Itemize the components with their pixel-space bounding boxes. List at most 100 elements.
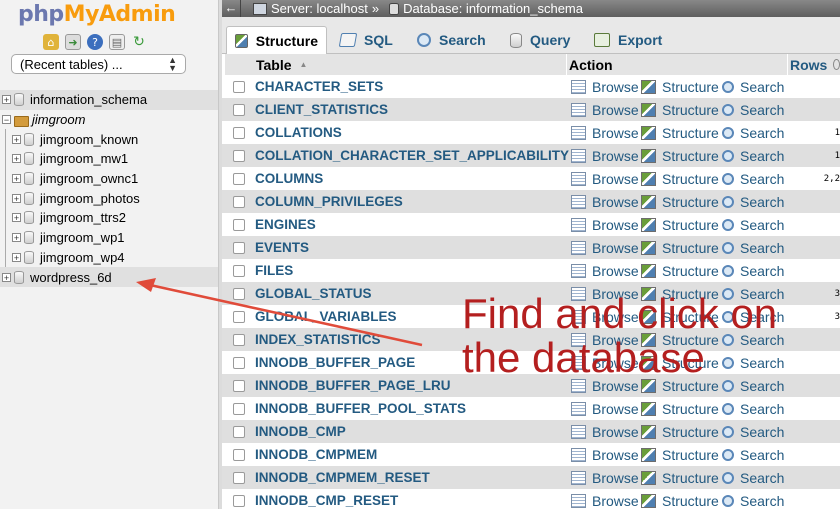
collapse-sidebar-button[interactable]: ← xyxy=(222,0,241,17)
structure-action[interactable]: Structure xyxy=(641,447,719,463)
table-name-link[interactable]: COLLATION_CHARACTER_SET_APPLICABILITY xyxy=(255,148,569,163)
row-checkbox[interactable] xyxy=(233,448,245,461)
structure-action[interactable]: Structure xyxy=(641,470,719,486)
expand-icon[interactable]: + xyxy=(2,95,11,105)
search-action[interactable]: Search xyxy=(722,171,784,187)
collapse-icon[interactable]: − xyxy=(2,115,11,125)
row-checkbox[interactable] xyxy=(233,195,245,208)
row-checkbox[interactable] xyxy=(233,126,245,139)
table-name-link[interactable]: COLLATIONS xyxy=(255,125,342,140)
search-action[interactable]: Search xyxy=(722,493,784,509)
phpmyadmin-logo[interactable]: phpMyAdmin xyxy=(18,2,176,27)
expand-icon[interactable]: + xyxy=(12,233,21,243)
search-action[interactable]: Search xyxy=(722,470,784,486)
table-name-link[interactable]: INNODB_CMP xyxy=(255,424,346,439)
structure-action[interactable]: Structure xyxy=(641,148,719,164)
header-table[interactable]: Table ▲ xyxy=(225,54,566,75)
table-name-link[interactable]: INNODB_BUFFER_POOL_STATS xyxy=(255,401,466,416)
tab-structure[interactable]: Structure xyxy=(226,26,327,54)
expand-icon[interactable]: + xyxy=(12,134,21,144)
docs-icon[interactable]: ▤ xyxy=(109,34,125,50)
db-jimgroom-known[interactable]: + jimgroom_known xyxy=(0,129,218,149)
tab-query[interactable]: Query xyxy=(502,26,582,54)
browse-action[interactable]: Browse xyxy=(571,493,639,509)
breadcrumb-server[interactable]: Server: localhost xyxy=(271,1,368,16)
expand-icon[interactable]: + xyxy=(12,174,21,184)
row-checkbox[interactable] xyxy=(233,218,245,231)
browse-action[interactable]: Browse xyxy=(571,217,639,233)
search-action[interactable]: Search xyxy=(722,447,784,463)
row-checkbox[interactable] xyxy=(233,172,245,185)
expand-icon[interactable]: + xyxy=(12,193,21,203)
db-information-schema[interactable]: + information_schema xyxy=(0,90,218,110)
row-checkbox[interactable] xyxy=(233,241,245,254)
structure-action[interactable]: Structure xyxy=(641,493,719,509)
browse-action[interactable]: Browse xyxy=(571,125,639,141)
row-checkbox[interactable] xyxy=(233,103,245,116)
header-rows[interactable]: Rows xyxy=(788,54,840,75)
search-action[interactable]: Search xyxy=(722,401,784,417)
logout-icon[interactable]: ➜ xyxy=(65,34,81,50)
row-checkbox[interactable] xyxy=(233,494,245,507)
browse-action[interactable]: Browse xyxy=(571,240,639,256)
table-name-link[interactable]: INNODB_CMP_RESET xyxy=(255,493,398,508)
browse-action[interactable]: Browse xyxy=(571,171,639,187)
structure-action[interactable]: Structure xyxy=(641,424,719,440)
row-checkbox[interactable] xyxy=(233,402,245,415)
table-name-link[interactable]: INNODB_BUFFER_PAGE_LRU xyxy=(255,378,451,393)
table-name-link[interactable]: CHARACTER_SETS xyxy=(255,79,383,94)
table-name-link[interactable]: INNODB_BUFFER_PAGE xyxy=(255,355,415,370)
structure-action[interactable]: Structure xyxy=(641,194,719,210)
search-action[interactable]: Search xyxy=(722,125,784,141)
browse-action[interactable]: Browse xyxy=(571,447,639,463)
structure-action[interactable]: Structure xyxy=(641,171,719,187)
browse-action[interactable]: Browse xyxy=(571,79,639,95)
expand-icon[interactable]: + xyxy=(12,213,21,223)
search-action[interactable]: Search xyxy=(722,102,784,118)
tab-export[interactable]: Export xyxy=(586,26,672,54)
tab-sql[interactable]: SQL xyxy=(332,26,402,54)
table-name-link[interactable]: CLIENT_STATISTICS xyxy=(255,102,388,117)
db-jimgroom-ownc1[interactable]: + jimgroom_ownc1 xyxy=(0,169,218,189)
expand-icon[interactable]: + xyxy=(12,252,21,262)
reload-icon[interactable]: ↻ xyxy=(131,34,147,50)
structure-action[interactable]: Structure xyxy=(641,401,719,417)
structure-action[interactable]: Structure xyxy=(641,125,719,141)
table-name-link[interactable]: INNODB_CMPMEM xyxy=(255,447,377,462)
db-jimgroom-photos[interactable]: + jimgroom_photos xyxy=(0,188,218,208)
search-action[interactable]: Search xyxy=(722,79,784,95)
table-name-link[interactable]: FILES xyxy=(255,263,293,278)
search-action[interactable]: Search xyxy=(722,424,784,440)
browse-action[interactable]: Browse xyxy=(571,401,639,417)
table-name-link[interactable]: ENGINES xyxy=(255,217,316,232)
browse-action[interactable]: Browse xyxy=(571,470,639,486)
browse-action[interactable]: Browse xyxy=(571,148,639,164)
db-jimgroom-wp4[interactable]: + jimgroom_wp4 xyxy=(0,248,218,268)
table-name-link[interactable]: COLUMNS xyxy=(255,171,323,186)
structure-action[interactable]: Structure xyxy=(641,79,719,95)
browse-action[interactable]: Browse xyxy=(571,263,639,279)
search-action[interactable]: Search xyxy=(722,194,784,210)
db-jimgroom-ttrs2[interactable]: + jimgroom_ttrs2 xyxy=(0,208,218,228)
search-action[interactable]: Search xyxy=(722,148,784,164)
row-checkbox[interactable] xyxy=(233,310,245,323)
search-action[interactable]: Search xyxy=(722,240,784,256)
structure-action[interactable]: Structure xyxy=(641,240,719,256)
row-checkbox[interactable] xyxy=(233,149,245,162)
search-action[interactable]: Search xyxy=(722,263,784,279)
db-jimgroom-mw1[interactable]: + jimgroom_mw1 xyxy=(0,149,218,169)
table-name-link[interactable]: INDEX_STATISTICS xyxy=(255,332,381,347)
row-checkbox[interactable] xyxy=(233,333,245,346)
table-name-link[interactable]: COLUMN_PRIVILEGES xyxy=(255,194,403,209)
structure-action[interactable]: Structure xyxy=(641,263,719,279)
search-action[interactable]: Search xyxy=(722,217,784,233)
browse-action[interactable]: Browse xyxy=(571,424,639,440)
table-name-link[interactable]: GLOBAL_VARIABLES xyxy=(255,309,397,324)
db-wordpress-6d[interactable]: + wordpress_6d xyxy=(0,267,218,287)
structure-action[interactable]: Structure xyxy=(641,102,719,118)
row-checkbox[interactable] xyxy=(233,264,245,277)
expand-icon[interactable]: + xyxy=(12,154,21,164)
structure-action[interactable]: Structure xyxy=(641,217,719,233)
table-name-link[interactable]: INNODB_CMPMEM_RESET xyxy=(255,470,430,485)
expand-icon[interactable]: + xyxy=(2,272,11,282)
